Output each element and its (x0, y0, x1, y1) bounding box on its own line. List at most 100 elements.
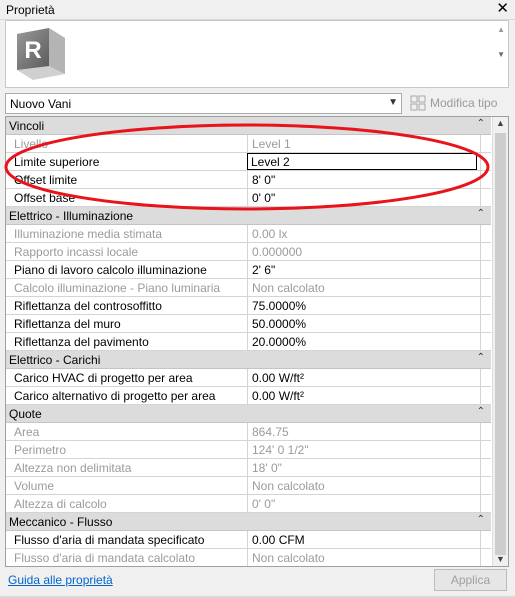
cell-divider (480, 297, 481, 314)
property-value[interactable]: 50.0000% (247, 315, 477, 332)
property-row: Flusso d'aria di mandata specificato 0.00… (6, 531, 491, 549)
chevron-down-icon[interactable]: ▼ (388, 97, 398, 108)
property-name: Perimetro (14, 443, 67, 457)
properties-scrollbar[interactable]: ▲ ▼ (492, 117, 508, 566)
window-title: Proprietà (6, 3, 55, 17)
collapse-icon[interactable]: ⌃ (477, 352, 485, 363)
type-preview: R ▲ ▼ (5, 20, 509, 88)
property-value: 0.000000 (247, 243, 477, 260)
cell-divider (480, 171, 481, 188)
property-row: Limite superiore Level 2 (6, 153, 491, 171)
property-value[interactable]: 0.00 W/ft² (247, 387, 477, 404)
property-name: Rapporto incassi locale (14, 245, 139, 259)
section-title: Elettrico - Illuminazione (9, 209, 134, 223)
title-bar: Proprietà ✕ (0, 0, 515, 20)
section-title: Vincoli (9, 119, 45, 133)
properties-rows: Vincoli ⌃ Livello Level 1 Limite superiore Le… (6, 117, 491, 566)
property-row: Volume Non calcolato (6, 477, 491, 495)
property-value: 18' 0" (247, 459, 477, 476)
property-value: Level 1 (247, 135, 477, 152)
property-name: Riflettanza del pavimento (14, 335, 149, 349)
cell-divider (480, 189, 481, 206)
section-title: Meccanico - Flusso (9, 515, 113, 529)
property-name: Altezza di calcolo (14, 497, 107, 511)
collapse-icon[interactable]: ⌃ (477, 208, 485, 219)
cell-divider (480, 423, 481, 440)
cell-divider (480, 225, 481, 242)
close-icon[interactable]: ✕ (496, 1, 509, 17)
property-value[interactable]: 0' 0" (247, 189, 477, 206)
property-value[interactable]: 2' 6" (247, 261, 477, 278)
property-value[interactable]: 75.0000% (247, 297, 477, 314)
revit-logo-icon: R (17, 28, 65, 80)
property-name: Flusso d'aria di mandata specificato (14, 533, 205, 547)
property-row: Calcolo illuminazione - Piano luminaria N… (6, 279, 491, 297)
property-name: Calcolo illuminazione - Piano luminaria (14, 281, 221, 295)
property-row: Livello Level 1 (6, 135, 491, 153)
property-name: Altezza non delimitata (14, 461, 132, 475)
cell-divider (480, 153, 481, 170)
properties-grid: Vincoli ⌃ Livello Level 1 Limite superiore Le… (5, 116, 509, 567)
property-row: Offset limite 8' 0" (6, 171, 491, 189)
property-name: Carico HVAC di progetto per area (14, 371, 193, 385)
section-header[interactable]: Meccanico - Flusso ⌃ (6, 513, 491, 531)
properties-help-link[interactable]: Guida alle proprietà (8, 573, 113, 587)
preview-scroll-down-icon[interactable]: ▼ (497, 50, 505, 59)
property-name: Carico alternativo di progetto per area (14, 389, 216, 403)
cell-divider (480, 387, 481, 404)
cell-divider (480, 531, 481, 548)
section-header[interactable]: Elettrico - Carichi ⌃ (6, 351, 491, 369)
property-value-input[interactable]: Level 2 (247, 153, 477, 170)
cell-divider (480, 315, 481, 332)
property-row: Altezza di calcolo 0' 0" (6, 495, 491, 513)
scroll-down-icon[interactable]: ▼ (496, 554, 505, 564)
cell-divider (480, 135, 481, 152)
property-value[interactable]: 20.0000% (247, 333, 477, 350)
property-name: Riflettanza del muro (14, 317, 121, 331)
type-selector-value: Nuovo Vani (10, 97, 72, 111)
preview-scroll-up-icon[interactable]: ▲ (497, 25, 505, 34)
property-value: 0.00 lx (247, 225, 477, 242)
property-name: Illuminazione media stimata (14, 227, 163, 241)
cell-divider (480, 441, 481, 458)
property-value: 864.75 (247, 423, 477, 440)
property-row: Area 864.75 (6, 423, 491, 441)
section-header[interactable]: Vincoli ⌃ (6, 117, 491, 135)
scrollbar-thumb[interactable] (495, 133, 506, 555)
cell-divider (480, 459, 481, 476)
property-name: Area (14, 425, 40, 439)
property-row: Riflettanza del muro 50.0000% (6, 315, 491, 333)
property-name: Flusso d'aria di mandata calcolato (14, 551, 196, 565)
collapse-icon[interactable]: ⌃ (477, 118, 485, 129)
property-row: Carico HVAC di progetto per area 0.00 W/f… (6, 369, 491, 387)
section-title: Quote (9, 407, 42, 421)
cell-divider (480, 243, 481, 260)
collapse-icon[interactable]: ⌃ (477, 406, 485, 417)
cell-divider (480, 369, 481, 386)
property-row: Riflettanza del controsoffitto 75.0000% (6, 297, 491, 315)
edit-type-button[interactable]: Modifica tipo (409, 93, 511, 114)
section-header[interactable]: Elettrico - Illuminazione ⌃ (6, 207, 491, 225)
property-row: Riflettanza del pavimento 20.0000% (6, 333, 491, 351)
section-header[interactable]: Quote ⌃ (6, 405, 491, 423)
property-row: Flusso d'aria di mandata calcolato Non ca… (6, 549, 491, 566)
apply-button[interactable]: Applica (434, 569, 507, 591)
property-value: 124' 0 1/2" (247, 441, 477, 458)
cell-divider (480, 495, 481, 512)
property-row: Illuminazione media stimata 0.00 lx (6, 225, 491, 243)
edit-type-label: Modifica tipo (430, 96, 498, 110)
type-selector-dropdown[interactable]: Nuovo Vani ▼ (5, 93, 402, 114)
cell-divider (480, 549, 481, 566)
property-name: Volume (14, 479, 55, 493)
collapse-icon[interactable]: ⌃ (477, 514, 485, 525)
property-value[interactable]: 8' 0" (247, 171, 477, 188)
property-row: Offset base 0' 0" (6, 189, 491, 207)
logo-letter: R (24, 37, 41, 64)
section-title: Elettrico - Carichi (9, 353, 101, 367)
property-value[interactable]: 0.00 CFM (247, 531, 477, 548)
property-value[interactable]: 0.00 W/ft² (247, 369, 477, 386)
property-row: Piano di lavoro calcolo illuminazione 2' … (6, 261, 491, 279)
property-value: Non calcolato (247, 549, 477, 566)
scroll-up-icon[interactable]: ▲ (496, 118, 505, 128)
cell-divider (480, 279, 481, 296)
